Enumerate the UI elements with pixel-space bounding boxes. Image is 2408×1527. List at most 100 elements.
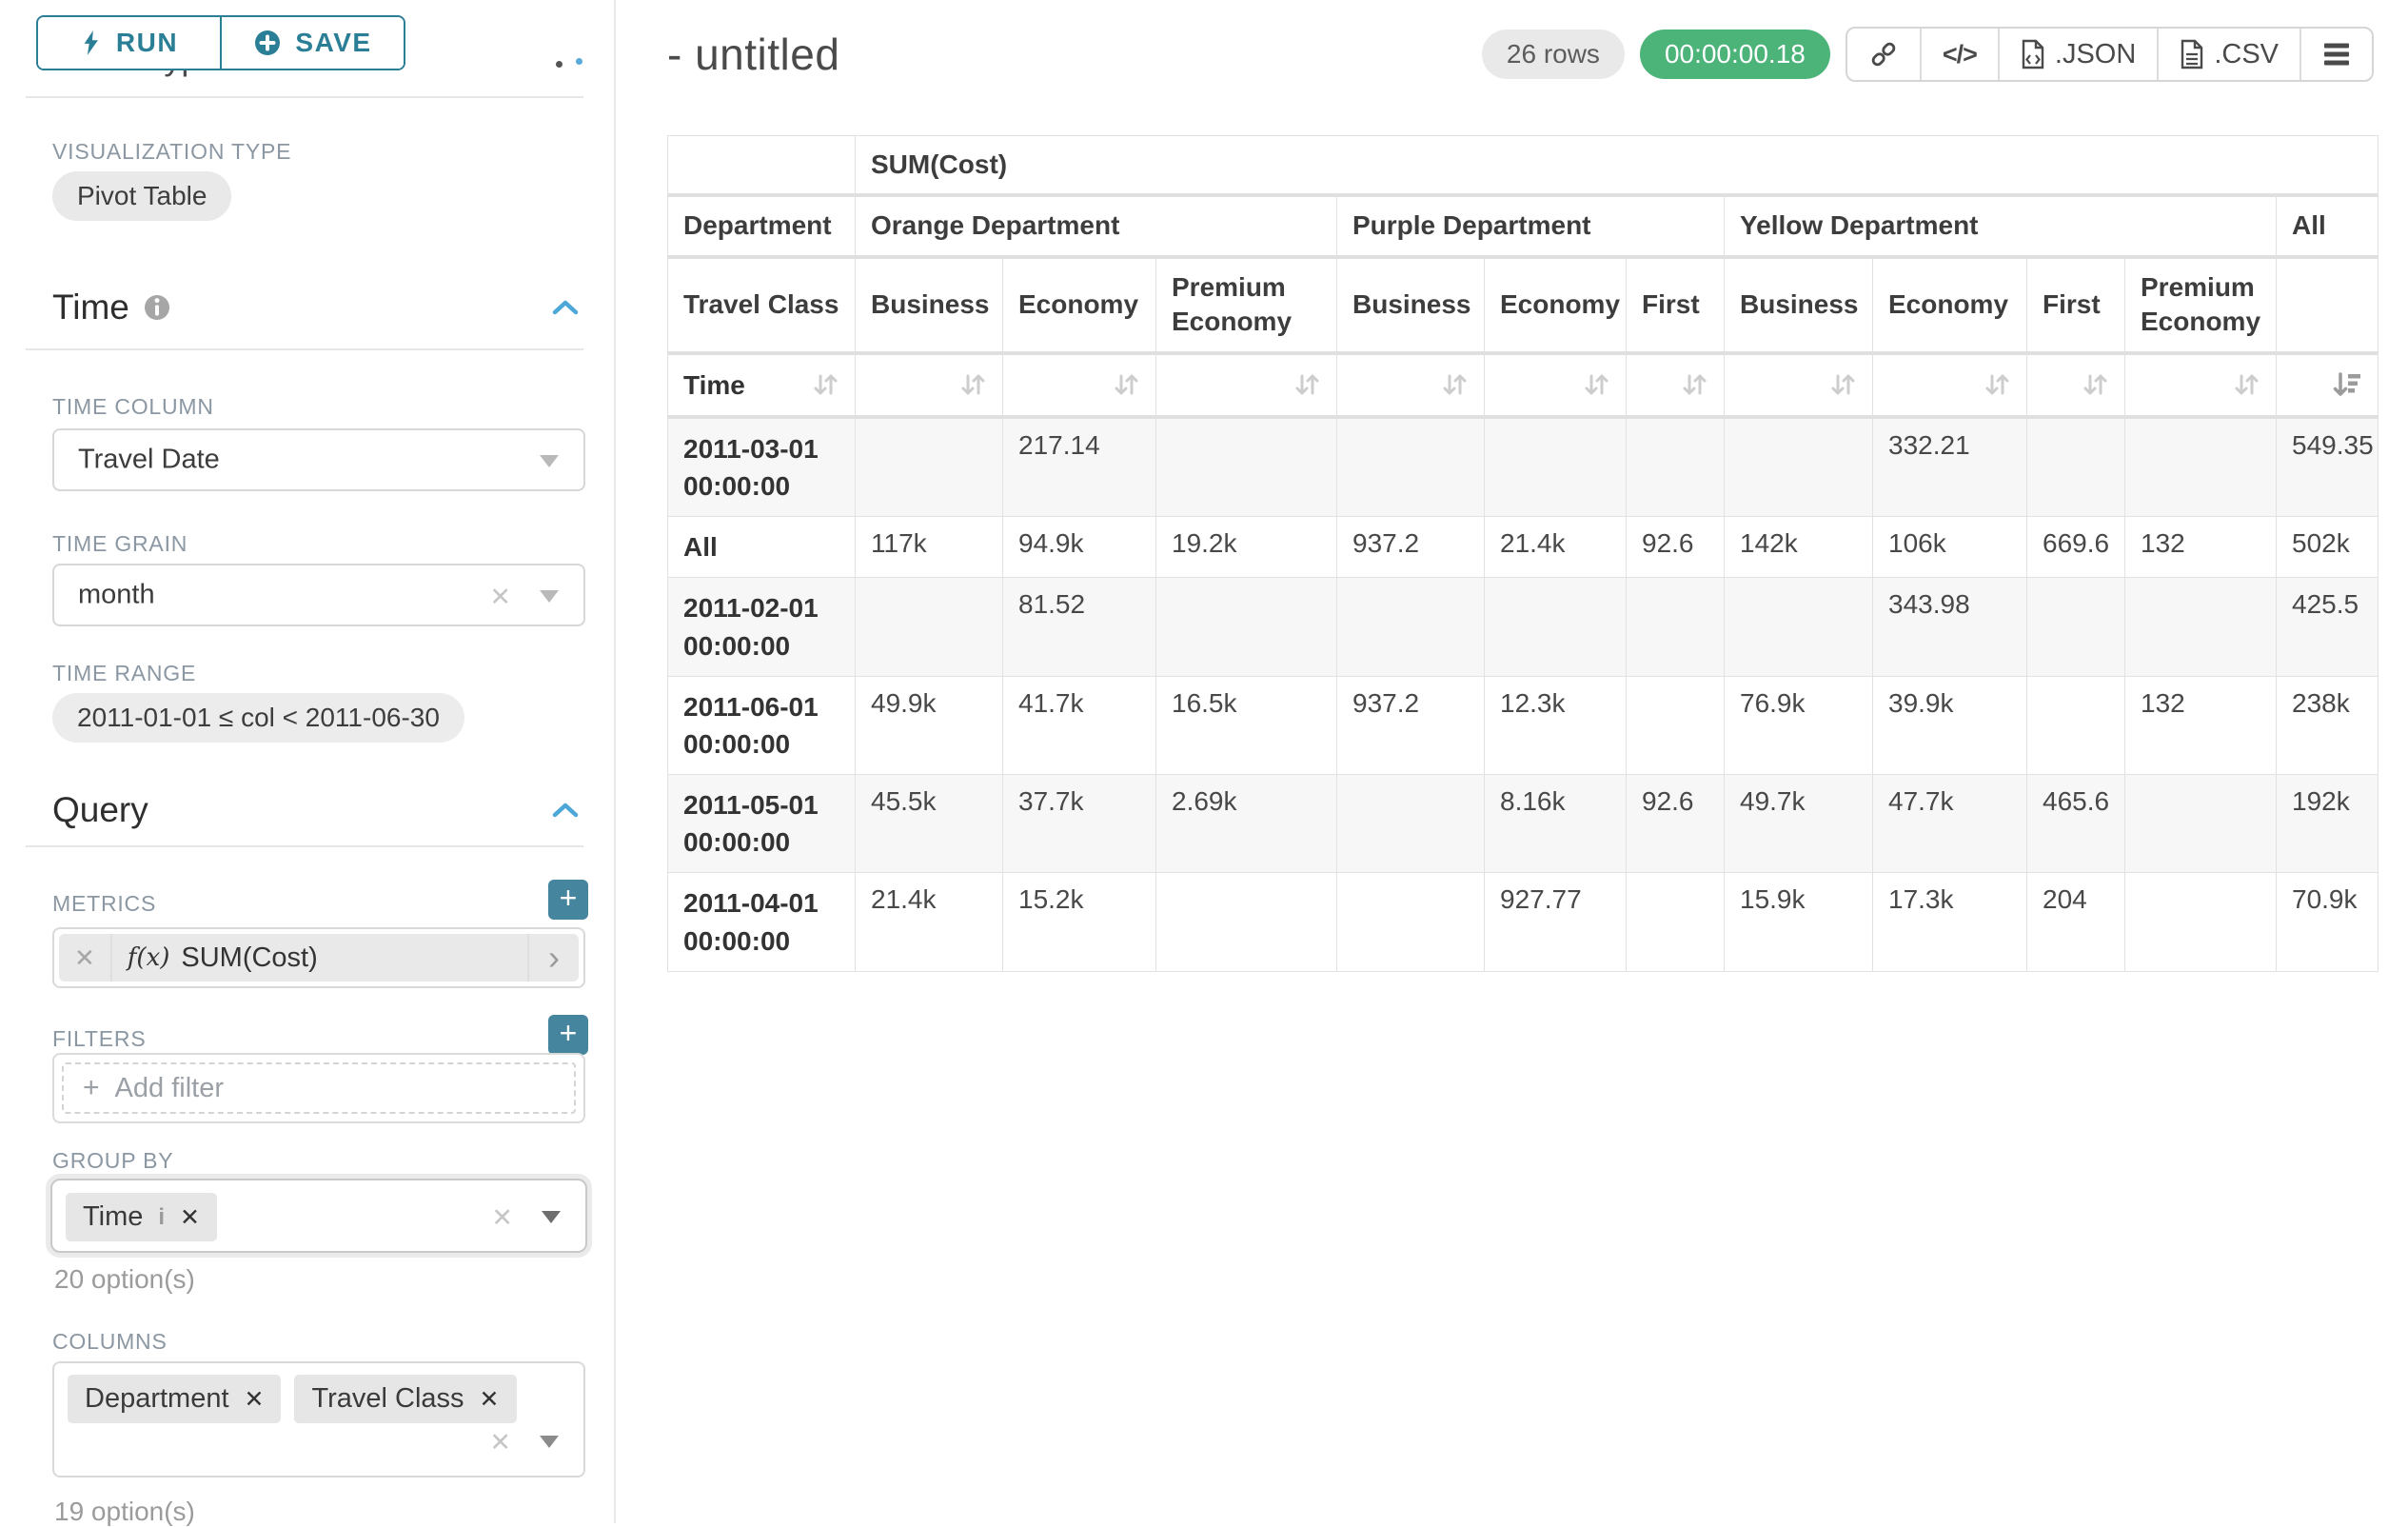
share-link-button[interactable] [1847,29,1920,80]
travel-class-header: Premium Economy [2125,257,2277,353]
pivot-table: SUM(Cost)DepartmentOrange DepartmentPurp… [667,135,2378,972]
columns-options-hint: 19 option(s) [54,1497,195,1527]
section-divider [26,348,583,350]
dimension-chip[interactable]: Department ✕ [68,1375,281,1423]
time-grain-select[interactable]: month ✕ [52,564,585,626]
pivot-cell [1156,417,1337,517]
pivot-cell: 16.5k [1156,676,1337,774]
sort-toggle-icon[interactable] [1440,369,1469,400]
clear-icon[interactable]: ✕ [489,1430,511,1456]
sort-toggle-icon[interactable] [1828,369,1857,400]
sort-toggle-icon[interactable] [1983,369,2011,400]
pivot-data-row: 2011-02-01 00:00:0081.52343.98425.5 [668,578,2378,676]
sort-header-cell [1873,353,2027,417]
sort-toggle-icon[interactable] [1112,369,1140,400]
chip-label: Department [85,1383,229,1415]
add-filter-button[interactable]: + [548,1015,588,1055]
chevron-down-icon [540,1436,559,1448]
pivot-cell [1725,417,1873,517]
pivot-row-header: 2011-03-01 00:00:00 [668,417,856,517]
metric-name: SUM(Cost) [181,942,527,974]
pivot-cell: 19.2k [1156,517,1337,578]
pivot-cell: 21.4k [856,873,1003,971]
visualization-type-chip[interactable]: Pivot Table [52,171,231,221]
group-by-label: GROUP BY [52,1148,173,1174]
sort-toggle-icon[interactable] [1293,369,1321,400]
pivot-cell: 70.9k [2277,873,2378,971]
sort-toggle-icon[interactable] [2081,369,2109,400]
remove-chip-icon[interactable]: ✕ [180,1203,200,1232]
travel-class-header: Business [1725,257,1873,353]
pivot-row-header: 2011-04-01 00:00:00 [668,873,856,971]
dimension-chip[interactable]: Travel Class✕ [294,1375,516,1423]
travel-class-header: Economy [1485,257,1627,353]
pivot-cell: 47.7k [1873,775,2027,873]
pivot-cell: 117k [856,517,1003,578]
view-query-button[interactable]: </> [1920,29,1998,80]
pivot-cell: 17.3k [1873,873,2027,971]
add-metric-button[interactable]: + [548,880,588,920]
add-filter-dropzone[interactable]: + Add filter [62,1062,576,1114]
pivot-cell: 238k [2277,676,2378,774]
pivot-cell [856,578,1003,676]
pivot-cell: 425.5 [2277,578,2378,676]
dimension-chip[interactable]: Timei✕ [66,1193,217,1241]
pivot-cell [1337,417,1485,517]
time-column-select[interactable]: Travel Date [52,428,585,491]
travel-class-dimension-label: Travel Class [668,257,856,353]
pivot-cell: 465.6 [2027,775,2125,873]
pivot-cell [2027,676,2125,774]
sort-desc-active-icon[interactable] [2332,369,2362,400]
sort-toggle-icon[interactable] [1582,369,1610,400]
save-button[interactable]: SAVE [220,17,404,69]
pivot-data-row: 2011-06-01 00:00:0049.9k41.7k16.5k937.21… [668,676,2378,774]
pivot-row-header: 2011-05-01 00:00:00 [668,775,856,873]
columns-select[interactable]: Department✕Travel Class✕ ✕ [52,1361,585,1477]
travel-class-header: Business [1337,257,1485,353]
section-divider [26,845,583,847]
remove-chip-icon[interactable]: ✕ [480,1385,500,1414]
run-button[interactable]: RUN [38,17,220,69]
chevron-down-icon [540,455,559,467]
pivot-cell: 549.35 [2277,417,2378,517]
sort-toggle-icon[interactable] [1680,369,1708,400]
time-range-chip[interactable]: 2011-01-01 ≤ col < 2011-06-30 [52,693,464,743]
remove-metric-icon[interactable]: ✕ [59,934,112,982]
more-options-button[interactable] [2299,29,2372,80]
sort-toggle-icon[interactable] [2232,369,2260,400]
run-save-button-group: RUN SAVE [36,15,405,70]
sort-header-cell [1725,353,1873,417]
info-icon: i [158,1204,165,1231]
expand-metric-icon[interactable]: › [527,934,579,982]
link-icon [1868,39,1899,69]
code-icon: </> [1943,40,1977,69]
pivot-cell: 142k [1725,517,1873,578]
group-by-select[interactable]: Timei✕ ✕ [50,1179,587,1253]
pivot-cell [1485,578,1627,676]
clear-icon[interactable]: ✕ [491,1205,513,1231]
sort-toggle-icon[interactable] [958,369,987,400]
collapse-query-chevron-icon[interactable] [550,800,581,821]
pivot-cell: 81.52 [1003,578,1156,676]
pivot-table-container: SUM(Cost)DepartmentOrange DepartmentPurp… [667,135,2378,972]
metric-chip[interactable]: ✕ f(x) SUM(Cost) › [59,934,579,982]
clear-icon[interactable]: ✕ [489,585,511,610]
chevron-down-icon [542,1211,561,1223]
export-json-button[interactable]: .JSON [1998,29,2157,80]
pivot-cell: 15.2k [1003,873,1156,971]
pivot-cell [2125,873,2277,971]
pivot-cell: 937.2 [1337,676,1485,774]
json-file-icon [2021,39,2045,69]
export-csv-button[interactable]: .CSV [2157,29,2299,80]
remove-chip-icon[interactable]: ✕ [245,1385,265,1414]
collapse-time-chevron-icon[interactable] [550,297,581,318]
sort-toggle-icon[interactable] [811,369,839,400]
time-grain-label: TIME GRAIN [52,531,188,557]
sort-header-cell [1627,353,1725,417]
pivot-cell: 192k [2277,775,2378,873]
function-icon: f(x) [128,943,170,972]
menu-icon [2322,42,2351,67]
pivot-cell [1627,417,1725,517]
time-section-heading: Time [52,288,171,327]
travel-class-header: Premium Economy [1156,257,1337,353]
